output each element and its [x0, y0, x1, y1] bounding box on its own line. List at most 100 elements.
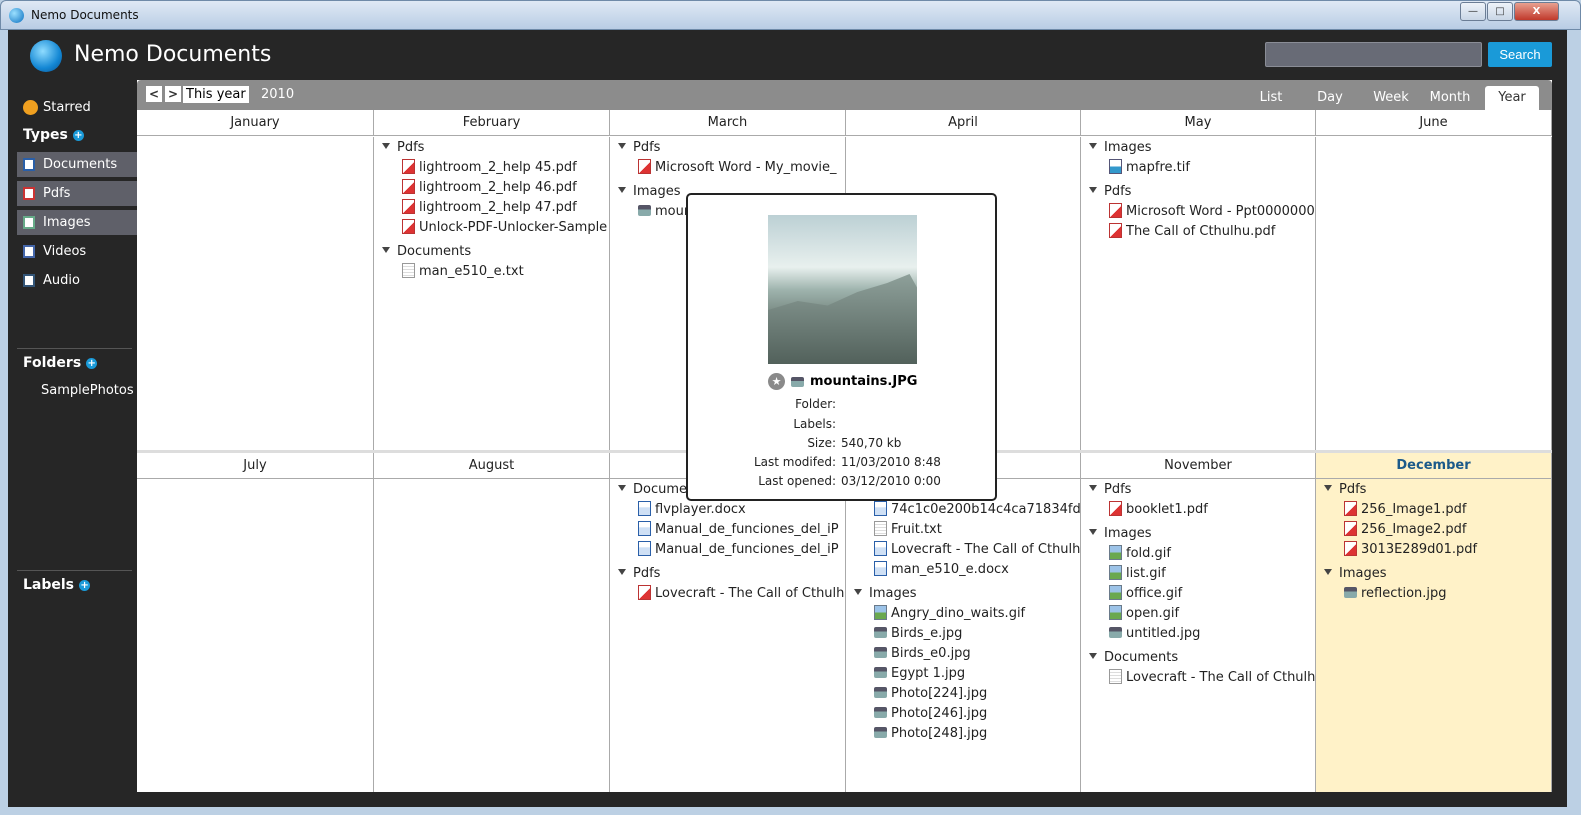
collapse-triangle-icon[interactable] — [1089, 187, 1097, 193]
file-item[interactable]: Photo[248].jpg — [854, 724, 1080, 744]
group-header[interactable]: Pdfs — [618, 138, 845, 158]
pdf-icon — [1344, 541, 1357, 556]
file-item[interactable]: 74c1c0e200b14c4ca71834fd — [854, 500, 1080, 520]
group-label: Images — [1104, 526, 1152, 541]
sidebar-item-documents[interactable]: Documents — [17, 152, 137, 177]
types-section: Types + — [23, 127, 84, 143]
file-item[interactable]: Manual_de_funciones_del_iP — [618, 540, 845, 560]
file-item[interactable]: Birds_e0.jpg — [854, 644, 1080, 664]
group-header[interactable]: Documents — [1089, 648, 1315, 668]
file-item[interactable]: Photo[246].jpg — [854, 704, 1080, 724]
file-item[interactable]: list.gif — [1089, 564, 1315, 584]
file-item[interactable]: Fruit.txt — [854, 520, 1080, 540]
file-item[interactable]: Egypt 1.jpg — [854, 664, 1080, 684]
group-header[interactable]: Pdfs — [382, 138, 609, 158]
group-header[interactable]: Images — [1089, 524, 1315, 544]
file-item[interactable]: lightroom_2_help 47.pdf — [382, 198, 609, 218]
group-header[interactable]: Documents — [382, 242, 609, 262]
file-item[interactable]: open.gif — [1089, 604, 1315, 624]
group-header[interactable]: Images — [854, 584, 1080, 604]
group-header[interactable]: Images — [1089, 138, 1315, 158]
file-name: lightroom_2_help 47.pdf — [419, 200, 577, 215]
file-item[interactable]: 3013E289d01.pdf — [1324, 540, 1551, 560]
group-header[interactable]: Pdfs — [1324, 480, 1551, 500]
file-item[interactable]: Angry_dino_waits.gif — [854, 604, 1080, 624]
add-type-icon[interactable]: + — [72, 130, 84, 141]
collapse-triangle-icon[interactable] — [1324, 485, 1332, 491]
file-item[interactable]: office.gif — [1089, 584, 1315, 604]
file-item[interactable]: Lovecraft - The Call of Cthulh — [618, 584, 845, 604]
file-item[interactable]: man_e510_e.txt — [382, 262, 609, 282]
folder-item-samplephotos[interactable]: SamplePhotos — [17, 378, 137, 403]
file-item[interactable]: fold.gif — [1089, 544, 1315, 564]
collapse-triangle-icon[interactable] — [1089, 529, 1097, 535]
search-input[interactable] — [1265, 42, 1482, 67]
group-header[interactable]: Images — [1324, 564, 1551, 584]
collapse-triangle-icon[interactable] — [618, 569, 626, 575]
file-name: Microsoft Word - My_movie_ — [655, 160, 837, 175]
close-button[interactable]: X — [1514, 2, 1559, 21]
maximize-button[interactable]: □ — [1487, 2, 1513, 21]
sidebar-item-label: Documents — [43, 157, 118, 172]
app-icon — [9, 8, 24, 23]
tab-day[interactable]: Day — [1307, 86, 1353, 110]
photo-icon — [1109, 627, 1122, 638]
collapse-triangle-icon[interactable] — [1089, 653, 1097, 659]
this-year-button[interactable]: This year — [183, 86, 249, 103]
sidebar-item-starred[interactable]: Starred — [17, 95, 137, 120]
group-label: Pdfs — [1104, 184, 1132, 199]
sidebar-item-videos[interactable]: Videos — [17, 239, 137, 264]
collapse-triangle-icon[interactable] — [854, 589, 862, 595]
file-item[interactable]: Birds_e.jpg — [854, 624, 1080, 644]
add-label-icon[interactable]: + — [79, 580, 91, 591]
star-toggle-icon[interactable]: ★ — [768, 373, 785, 390]
minimize-button[interactable]: — — [1460, 2, 1486, 21]
file-item[interactable]: 256_Image1.pdf — [1324, 500, 1551, 520]
tab-year[interactable]: Year — [1485, 86, 1539, 110]
collapse-triangle-icon[interactable] — [1089, 485, 1097, 491]
group-header[interactable]: Pdfs — [1089, 480, 1315, 500]
file-name: office.gif — [1126, 586, 1183, 601]
logo-icon — [30, 40, 62, 72]
add-folder-icon[interactable]: + — [86, 358, 98, 369]
file-item[interactable]: untitled.jpg — [1089, 624, 1315, 644]
file-item[interactable]: Microsoft Word - My_movie_ — [618, 158, 845, 178]
next-button[interactable]: > — [165, 86, 181, 102]
tab-month[interactable]: Month — [1425, 86, 1475, 110]
file-item[interactable]: flvplayer.docx — [618, 500, 845, 520]
file-item[interactable]: lightroom_2_help 45.pdf — [382, 158, 609, 178]
collapse-triangle-icon[interactable] — [1089, 143, 1097, 149]
file-item[interactable]: reflection.jpg — [1324, 584, 1551, 604]
sidebar-item-audio[interactable]: Audio — [17, 268, 137, 293]
file-item[interactable]: Lovecraft - The Call of Cthulh — [1089, 668, 1315, 688]
file-item[interactable]: man_e510_e.docx — [854, 560, 1080, 580]
collapse-triangle-icon[interactable] — [618, 485, 626, 491]
photo-icon — [638, 205, 651, 216]
group-label: Documents — [397, 244, 472, 259]
sidebar-item-label: Videos — [43, 244, 87, 259]
group-header[interactable]: Pdfs — [618, 564, 845, 584]
collapse-triangle-icon[interactable] — [1324, 569, 1332, 575]
search-button[interactable]: Search — [1488, 42, 1552, 67]
sidebar-item-pdfs[interactable]: Pdfs — [17, 181, 137, 206]
file-item[interactable]: Lovecraft - The Call of Cthulh — [854, 540, 1080, 560]
tab-list[interactable]: List — [1247, 86, 1295, 110]
file-item[interactable]: lightroom_2_help 46.pdf — [382, 178, 609, 198]
file-item[interactable]: The Call of Cthulhu.pdf — [1089, 222, 1315, 242]
collapse-triangle-icon[interactable] — [618, 187, 626, 193]
file-item[interactable]: booklet1.pdf — [1089, 500, 1315, 520]
tab-week[interactable]: Week — [1365, 86, 1417, 110]
file-item[interactable]: mapfre.tif — [1089, 158, 1315, 178]
sidebar-item-images[interactable]: Images — [17, 210, 137, 235]
file-item[interactable]: Manual_de_funciones_del_iP — [618, 520, 845, 540]
file-item[interactable]: 256_Image2.pdf — [1324, 520, 1551, 540]
collapse-triangle-icon[interactable] — [382, 143, 390, 149]
file-item[interactable]: Unlock-PDF-Unlocker-Sample — [382, 218, 609, 238]
file-item[interactable]: Photo[224].jpg — [854, 684, 1080, 704]
collapse-triangle-icon[interactable] — [382, 247, 390, 253]
file-item[interactable]: Microsoft Word - Ppt0000000 — [1089, 202, 1315, 222]
collapse-triangle-icon[interactable] — [618, 143, 626, 149]
group-header[interactable]: Pdfs — [1089, 182, 1315, 202]
prev-button[interactable]: < — [146, 86, 162, 102]
pdf-icon — [402, 179, 415, 194]
